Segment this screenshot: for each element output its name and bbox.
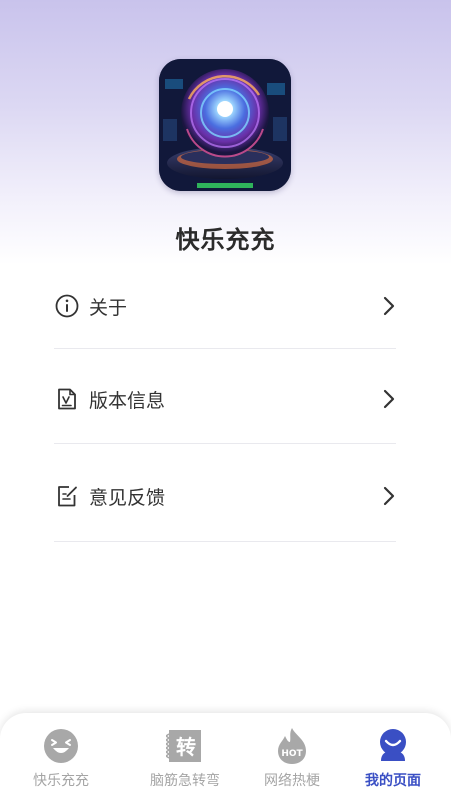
divider [54,348,396,349]
hot-flame-icon: HOT [273,727,311,765]
tab-label: 快乐充充 [33,773,89,789]
menu-item-feedback[interactable]: 意见反馈 [54,466,396,526]
menu-item-version-info[interactable]: 版本信息 [54,369,396,429]
chevron-right-icon [382,486,396,506]
zhuan-badge-text: 转 [176,735,196,759]
menu-item-label: 关于 [89,296,128,319]
app-logo [159,59,291,191]
app-logo-graphic [159,59,291,191]
hot-badge-text: HOT [281,749,303,759]
version-document-icon [54,386,80,412]
divider [54,443,396,444]
zhuan-badge-icon: 转 [166,727,204,765]
info-icon [54,293,80,319]
smile-face-icon [42,727,80,765]
app-name: 快乐充充 [175,226,276,254]
tab-label: 脑筋急转弯 [150,773,220,789]
chevron-right-icon [382,389,396,409]
menu-item-about[interactable]: 关于 [54,276,396,336]
bottom-tab-bar: 快乐充充 转 脑筋急转弯 HOT 网络热梗 我的页面 [0,713,451,801]
tab-brain-teasers[interactable]: 转 脑筋急转弯 [129,713,241,801]
user-profile-icon [374,727,412,765]
tab-internet-memes[interactable]: HOT 网络热梗 [236,713,348,801]
chevron-right-icon [382,296,396,316]
menu-item-label: 版本信息 [89,389,166,412]
tab-my-page[interactable]: 我的页面 [337,713,449,801]
tab-label: 我的页面 [365,773,421,789]
tab-label: 网络热梗 [264,773,320,789]
feedback-edit-icon [54,483,80,509]
tab-happy-charge[interactable]: 快乐充充 [5,713,117,801]
menu-item-label: 意见反馈 [89,486,166,509]
divider [54,541,396,542]
